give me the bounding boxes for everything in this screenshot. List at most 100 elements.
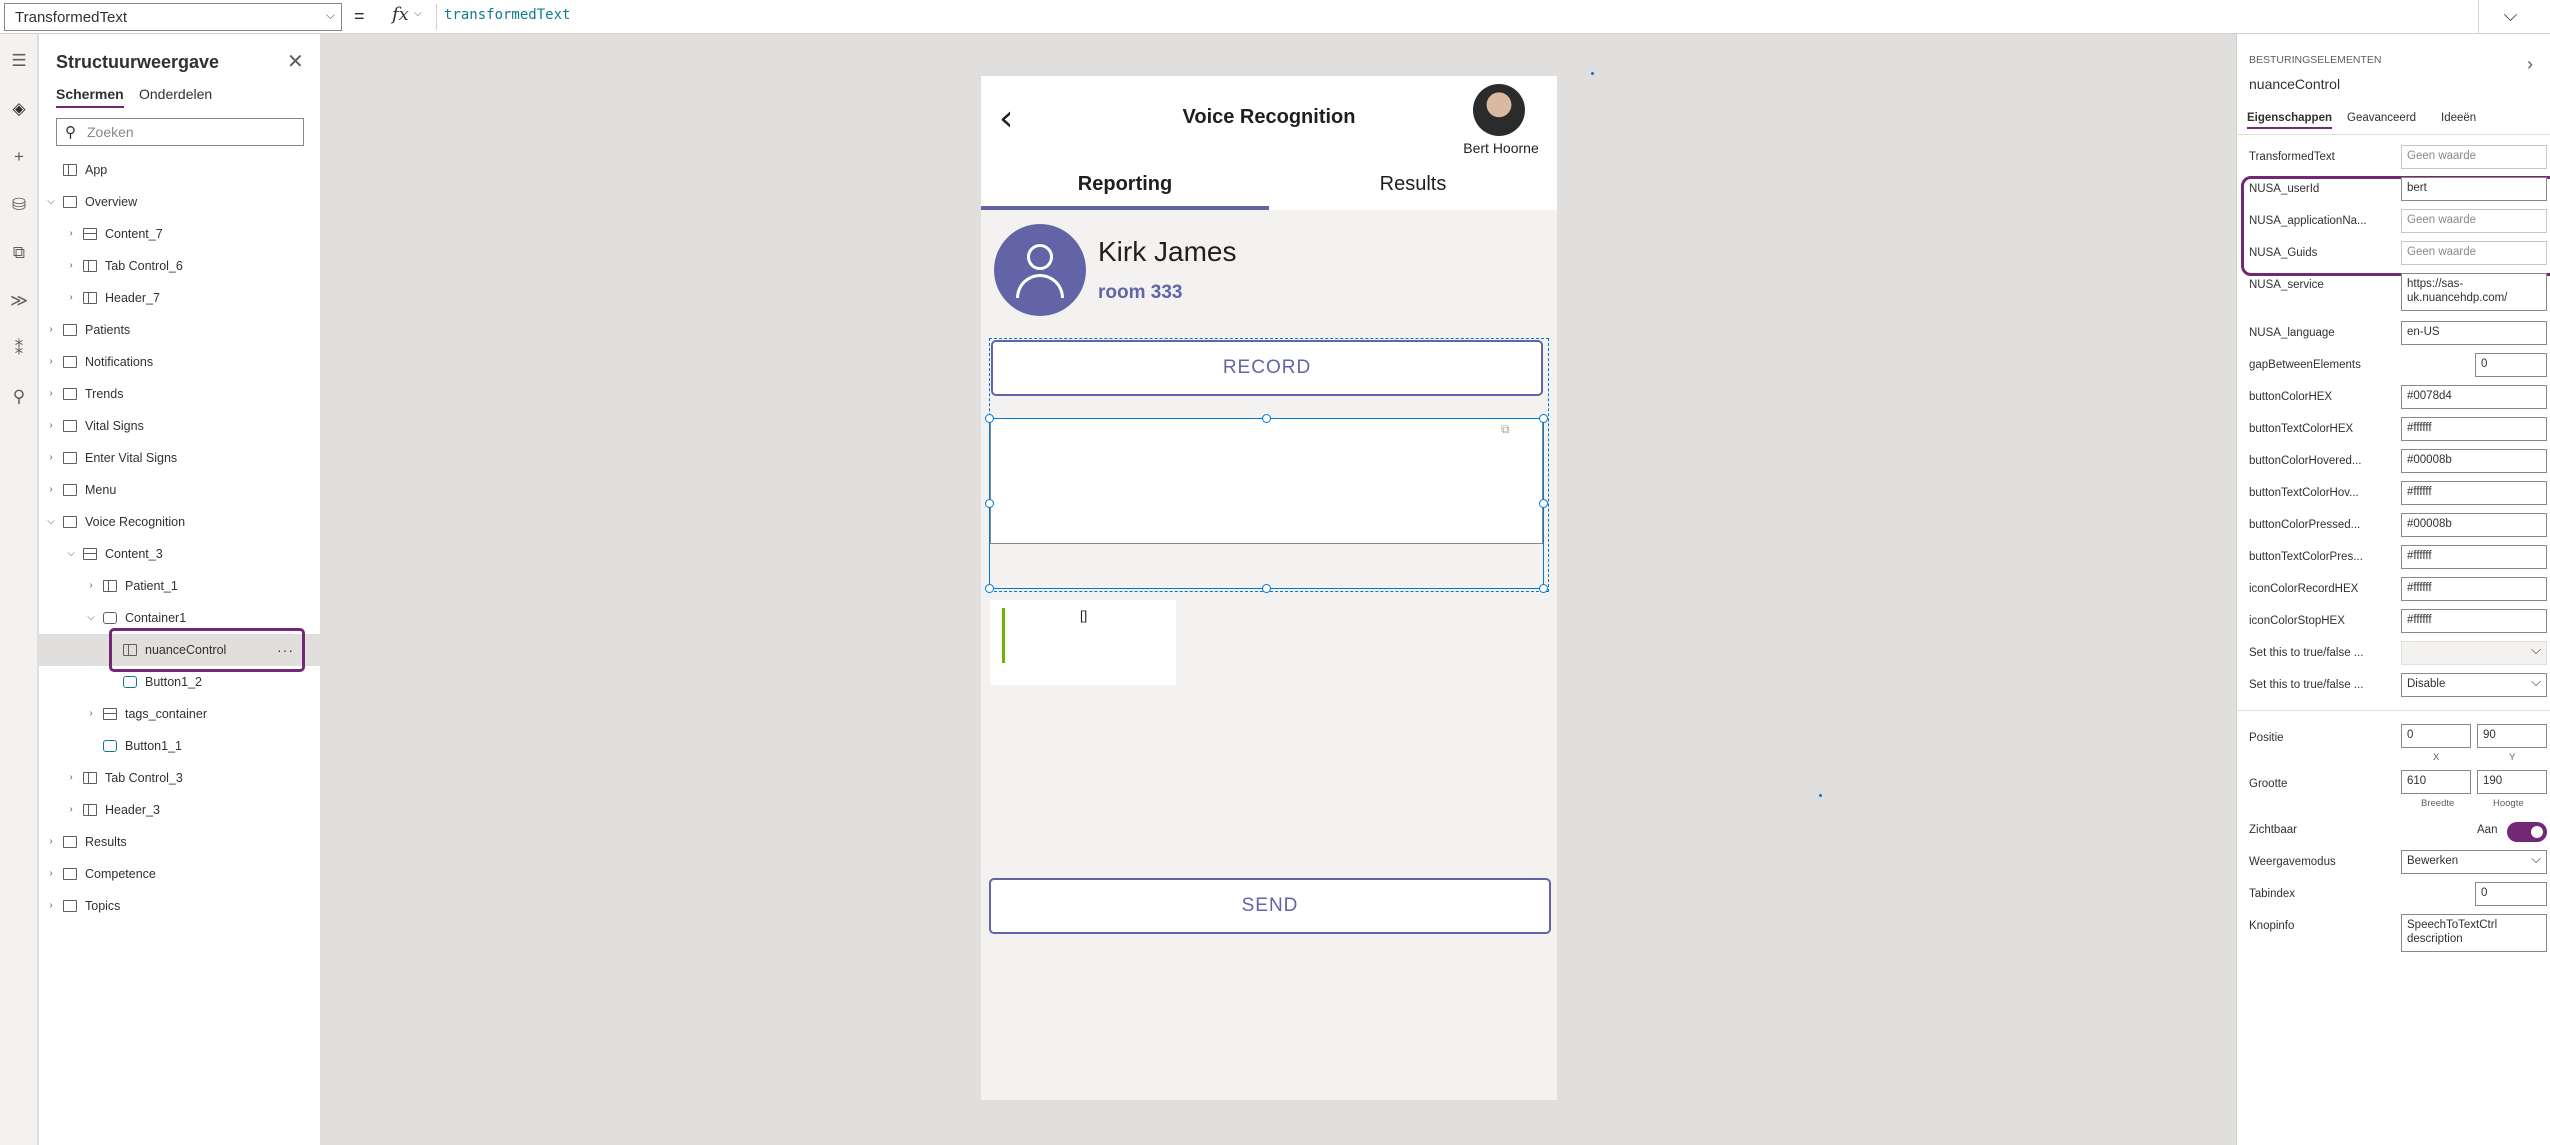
chevron-down-icon[interactable]: ⌵ [85, 602, 97, 634]
prop-input[interactable]: #0078d4 [2401, 385, 2547, 409]
resize-handle[interactable] [985, 414, 994, 423]
media-icon[interactable]: ⧉ [4, 238, 34, 268]
prop-input[interactable]: #00008b [2401, 513, 2547, 537]
height-input[interactable]: 190 [2477, 770, 2547, 794]
chevron-right-icon[interactable]: › [45, 314, 57, 346]
tree-item[interactable]: › Content_7 [39, 218, 321, 250]
tree-item-screen[interactable]: › Notifications [39, 346, 321, 378]
chevron-right-icon[interactable]: › [65, 218, 77, 250]
chevron-right-icon[interactable]: › [45, 826, 57, 858]
chevron-down-icon[interactable]: ⌵ [414, 8, 422, 19]
chevron-right-icon[interactable]: › [45, 474, 57, 506]
tab-results[interactable]: Results [1269, 164, 1557, 210]
tree-item-screen[interactable]: ⌵ Voice Recognition [39, 506, 321, 538]
tree-item[interactable]: › Patient_1 [39, 570, 321, 602]
chevron-right-icon[interactable]: › [45, 890, 57, 922]
resize-handle[interactable] [1539, 584, 1548, 593]
avatar[interactable] [1473, 84, 1525, 136]
prop-input[interactable]: #00008b [2401, 449, 2547, 473]
send-button[interactable]: SEND [989, 878, 1551, 934]
prop-input[interactable]: bert [2401, 177, 2547, 201]
resize-handle[interactable] [1262, 584, 1271, 593]
chevron-right-icon[interactable]: › [85, 570, 97, 602]
fx-icon[interactable]: fx [392, 4, 409, 25]
resize-handle[interactable] [985, 584, 994, 593]
layers-icon[interactable]: ◈ [4, 94, 34, 124]
width-input[interactable]: 610 [2401, 770, 2471, 794]
tooltip-input[interactable]: SpeechToTextCtrl description [2401, 914, 2547, 952]
prop-input[interactable]: #ffffff [2401, 481, 2547, 505]
prop-input[interactable]: #ffffff [2401, 577, 2547, 601]
tree-item[interactable]: › tags_container [39, 698, 321, 730]
tree-item[interactable]: Button1_1 [39, 730, 321, 762]
chevron-right-icon[interactable]: › [45, 858, 57, 890]
tabindex-input[interactable]: 0 [2475, 882, 2547, 906]
resize-handle[interactable] [1262, 414, 1271, 423]
chevron-right-icon[interactable]: › [65, 282, 77, 314]
prop-dropdown[interactable]: Disable [2401, 673, 2547, 697]
plus-icon[interactable]: + [4, 142, 34, 172]
tree-item[interactable]: › Header_7 [39, 282, 321, 314]
record-button[interactable]: RECORD [991, 340, 1543, 396]
formula-input[interactable]: transformedText [444, 7, 570, 23]
expand-formula-button[interactable]: ⌵ [2478, 0, 2542, 34]
prop-input[interactable]: 0 [2475, 353, 2547, 377]
tree-item-screen[interactable]: › Menu [39, 474, 321, 506]
prop-input[interactable]: #ffffff [2401, 417, 2547, 441]
chevron-right-icon[interactable]: › [85, 698, 97, 730]
resize-handle[interactable] [1539, 499, 1548, 508]
database-icon[interactable]: ⛁ [4, 190, 34, 220]
tree-item-screen[interactable]: › Vital Signs [39, 410, 321, 442]
resize-handle[interactable] [985, 499, 994, 508]
property-dropdown[interactable]: TransformedText ⌵ [4, 3, 342, 31]
tree-item-app[interactable]: App [39, 154, 321, 186]
prop-input[interactable]: Geen waarde [2401, 209, 2547, 233]
prop-input[interactable]: https://sas-uk.nuancehdp.com/ [2401, 273, 2547, 311]
tab-advanced[interactable]: Geavanceerd [2347, 112, 2416, 127]
hamburger-icon[interactable]: ☰ [4, 46, 34, 76]
tree-item[interactable]: Button1_2 [39, 666, 321, 698]
chevron-right-icon[interactable]: › [65, 250, 77, 282]
chevron-right-icon[interactable]: › [65, 794, 77, 826]
prop-input[interactable]: Geen waarde [2401, 241, 2547, 265]
resize-handle[interactable] [1539, 414, 1548, 423]
tab-reporting[interactable]: Reporting [981, 164, 1269, 210]
search-input[interactable]: ⚲ Zoeken [56, 118, 304, 146]
selected-control-frame[interactable] [989, 418, 1544, 589]
tree-item-screen[interactable]: › Competence [39, 858, 321, 890]
tab-components[interactable]: Onderdelen [139, 86, 212, 106]
chevron-right-icon[interactable]: › [45, 410, 57, 442]
prop-input[interactable]: Geen waarde [2401, 145, 2547, 169]
tree-item-screen[interactable]: › Enter Vital Signs [39, 442, 321, 474]
tree-item[interactable]: › Tab Control_6 [39, 250, 321, 282]
prop-input[interactable]: #ffffff [2401, 609, 2547, 633]
chevron-down-icon[interactable]: ⌵ [45, 186, 57, 218]
tab-screens[interactable]: Schermen [56, 86, 124, 108]
chevron-right-icon[interactable]: › [45, 346, 57, 378]
prop-dropdown[interactable] [2401, 641, 2547, 665]
display-mode-dropdown[interactable]: Bewerken [2401, 850, 2547, 874]
visible-toggle[interactable] [2507, 822, 2547, 842]
close-icon[interactable]: ✕ [287, 49, 304, 74]
flow-icon[interactable]: ≫ [4, 286, 34, 316]
tree-item-screen[interactable]: ⌵ Overview [39, 186, 321, 218]
tree-item-screen[interactable]: › Trends [39, 378, 321, 410]
tree-item[interactable]: › Tab Control_3 [39, 762, 321, 794]
chevron-right-icon[interactable]: › [45, 442, 57, 474]
chevron-right-icon[interactable]: › [45, 378, 57, 410]
position-y-input[interactable]: 90 [2477, 724, 2547, 748]
tree-item[interactable]: ⌵ Content_3 [39, 538, 321, 570]
position-x-input[interactable]: 0 [2401, 724, 2471, 748]
chevron-down-icon[interactable]: ⌵ [65, 538, 77, 570]
prop-input[interactable]: #ffffff [2401, 545, 2547, 569]
prop-input[interactable]: en-US [2401, 321, 2547, 345]
tab-ideas[interactable]: Ideeën [2441, 112, 2476, 127]
tree-item-selected[interactable]: nuanceControl ··· [39, 628, 321, 672]
chevron-right-icon[interactable]: › [65, 762, 77, 794]
chevron-down-icon[interactable]: ⌵ [45, 506, 57, 538]
search-icon[interactable]: ⚲ [4, 382, 34, 412]
tree-item[interactable]: › Header_3 [39, 794, 321, 826]
variables-icon[interactable]: ⁑ [4, 334, 34, 364]
tree-item-screen[interactable]: › Patients [39, 314, 321, 346]
chevron-right-icon[interactable]: › [2527, 54, 2533, 75]
